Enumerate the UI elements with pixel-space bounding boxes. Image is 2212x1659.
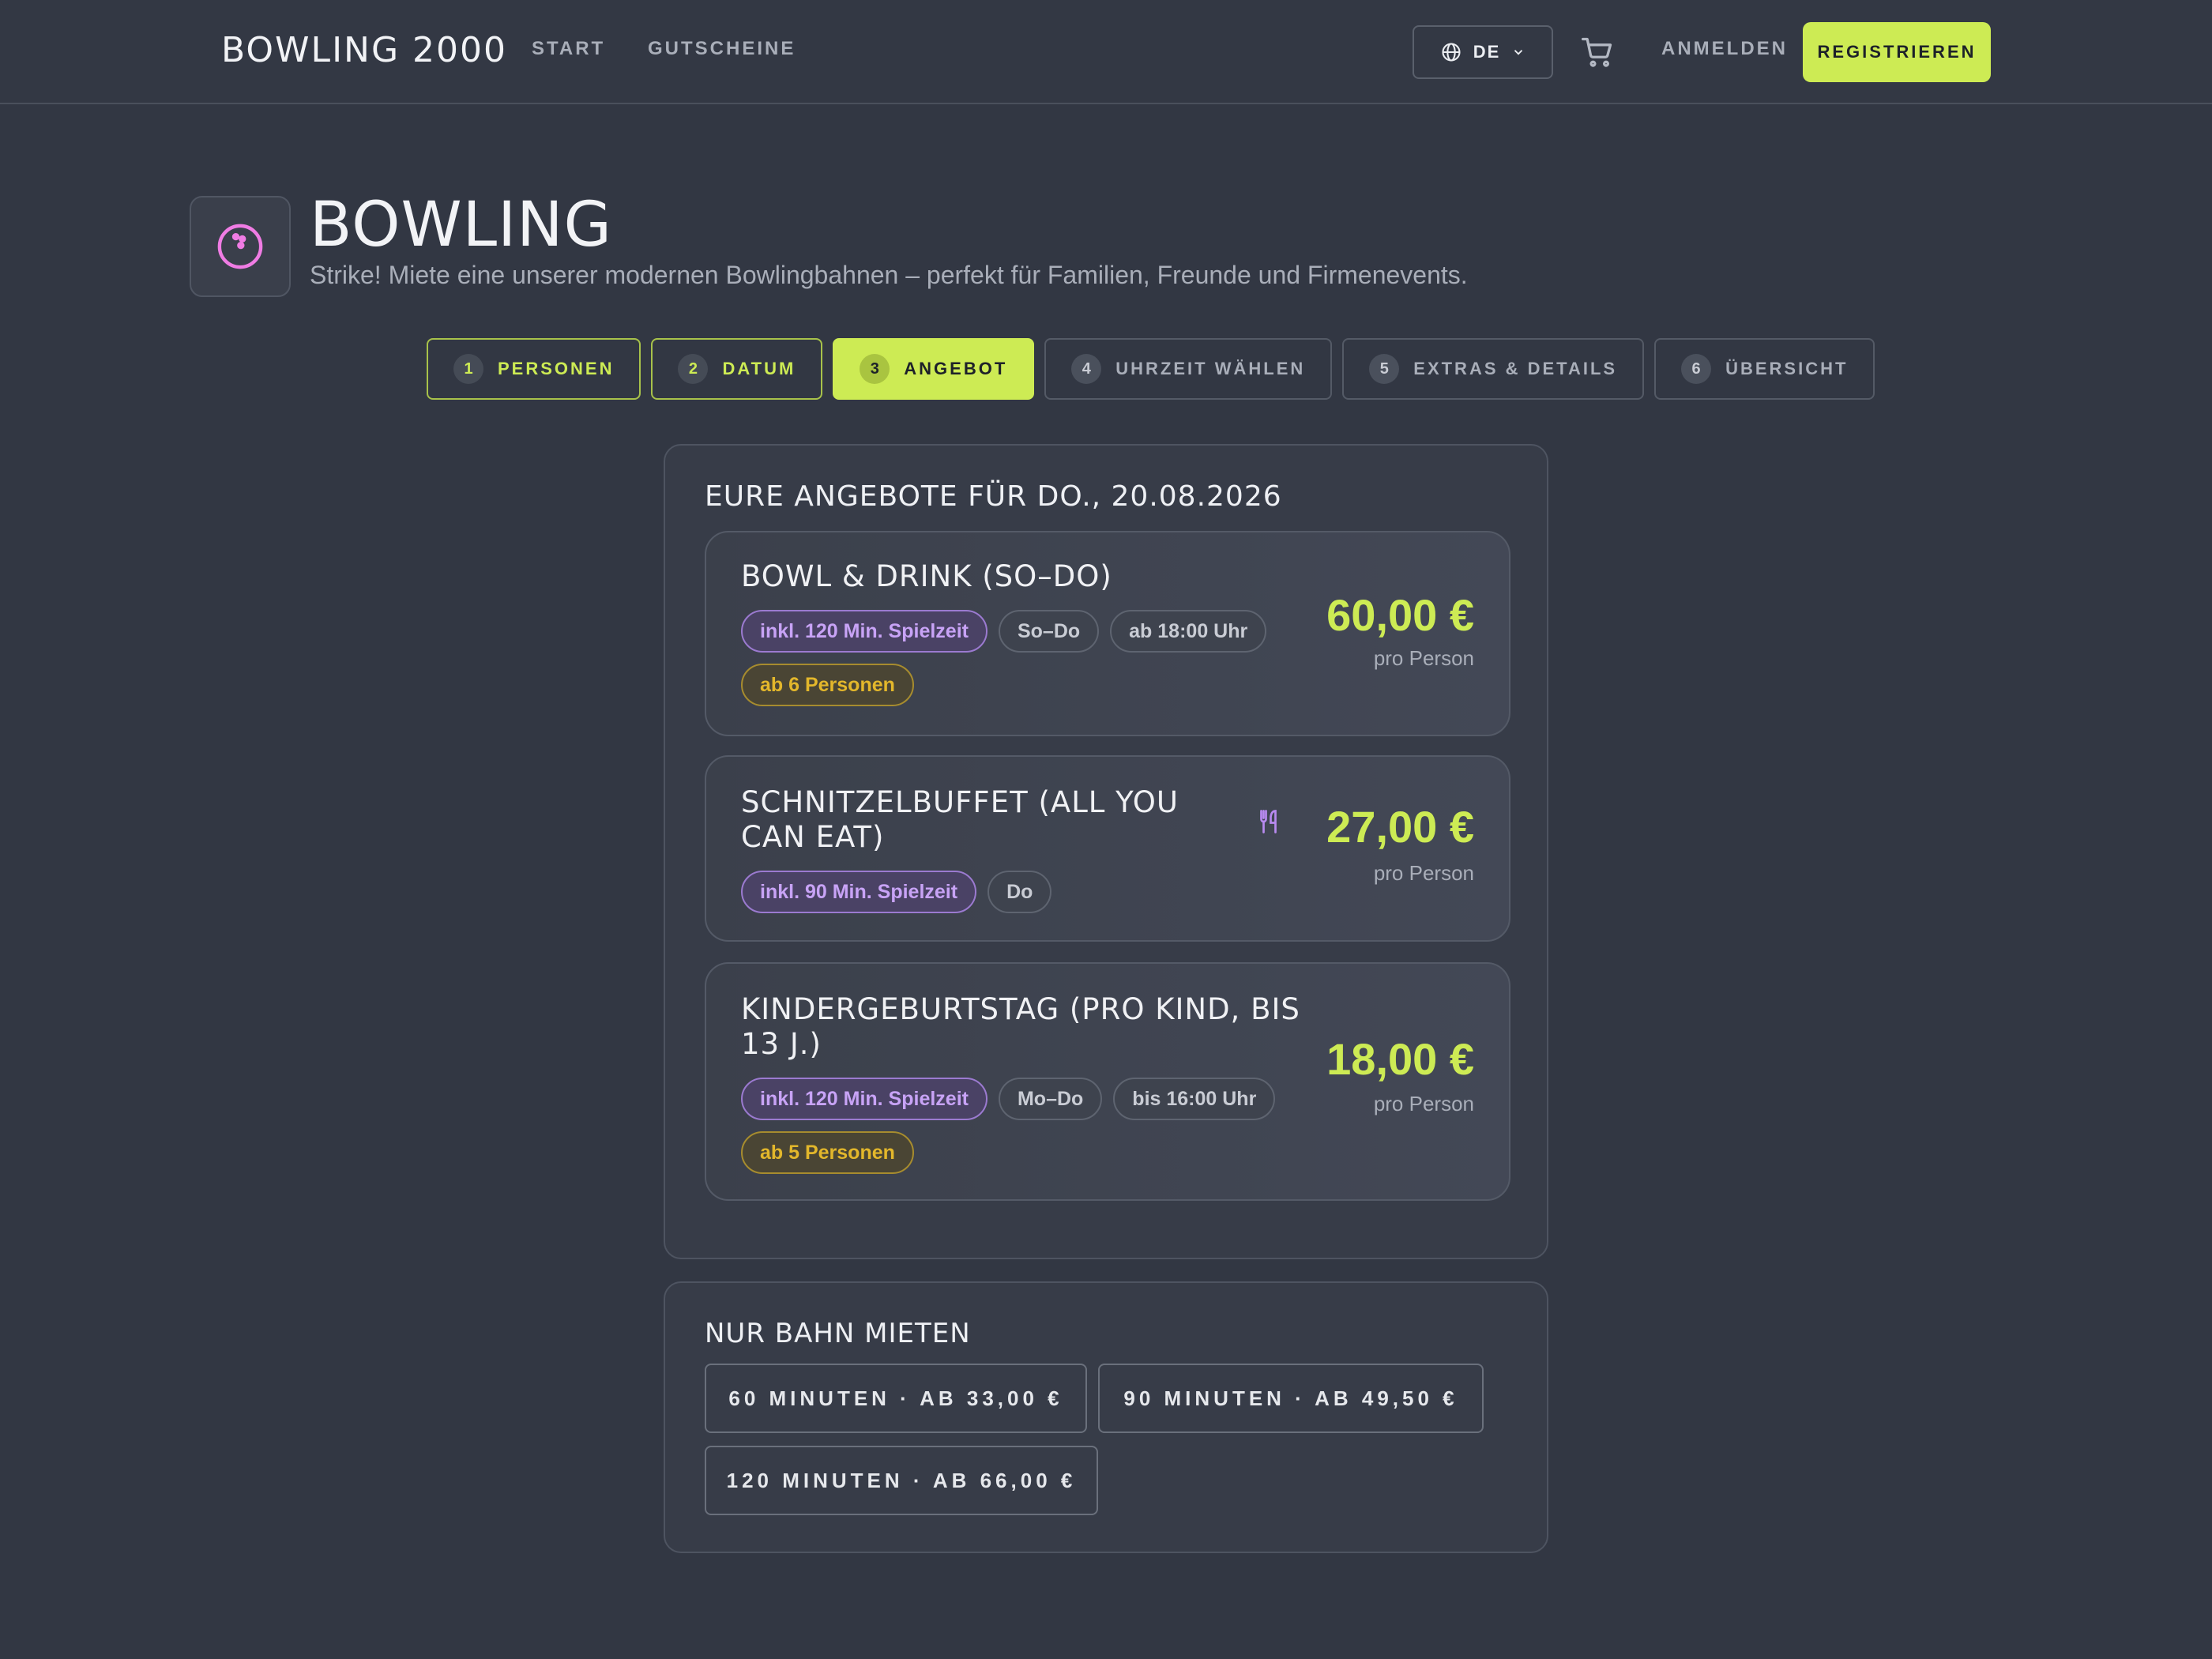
lane-option-60[interactable]: 60 MINUTEN · AB 33,00 € — [705, 1364, 1087, 1433]
offer-card-schnitzelbuffet[interactable]: SCHNITZELBUFFET (ALL YOU CAN EAT) inkl. … — [705, 755, 1510, 942]
cart-icon[interactable] — [1580, 35, 1615, 70]
step-angebot[interactable]: 3 ANGEBOT — [833, 338, 1035, 400]
offer-chips: inkl. 90 Min. Spielzeit Do — [741, 871, 1294, 913]
offer-name: KINDERGEBURTSTAG (PRO KIND, BIS 13 J.) — [741, 992, 1300, 1061]
chip-playtime: inkl. 120 Min. Spielzeit — [741, 610, 988, 653]
chip-days: Mo–Do — [998, 1078, 1103, 1120]
offer-name: SCHNITZELBUFFET (ALL YOU CAN EAT) — [741, 785, 1179, 854]
offer-card-kindergeburtstag[interactable]: KINDERGEBURTSTAG (PRO KIND, BIS 13 J.) i… — [705, 962, 1510, 1201]
chip-min-persons: ab 5 Personen — [741, 1131, 914, 1174]
chip-playtime: inkl. 120 Min. Spielzeit — [741, 1078, 988, 1120]
offer-price: 60,00 € — [1326, 590, 1474, 640]
top-navigation-bar: BOWLING 2000 START GUTSCHEINE DE ANMELDE… — [0, 0, 2212, 104]
chip-playtime: inkl. 90 Min. Spielzeit — [741, 871, 977, 913]
step-uhrzeit[interactable]: 4 UHRZEIT WÄHLEN — [1044, 338, 1333, 400]
offers-panel: EURE ANGEBOTE FÜR DO., 20.08.2026 BOWL &… — [664, 444, 1548, 1259]
step-personen[interactable]: 1 PERSONEN — [427, 338, 641, 400]
step-number: 1 — [453, 354, 483, 384]
offer-name: BOWL & DRINK (SO–DO) — [741, 559, 1112, 593]
language-code: DE — [1473, 42, 1501, 62]
offer-card-bowl-drink[interactable]: BOWL & DRINK (SO–DO) inkl. 120 Min. Spie… — [705, 531, 1510, 736]
register-button[interactable]: REGISTRIEREN — [1803, 22, 1991, 82]
chip-days: So–Do — [998, 610, 1100, 653]
chip-time: ab 18:00 Uhr — [1110, 610, 1267, 653]
globe-icon — [1442, 43, 1461, 62]
offer-price-unit: pro Person — [1373, 1092, 1474, 1115]
step-extras[interactable]: 5 EXTRAS & DETAILS — [1342, 338, 1645, 400]
lane-rental-panel: NUR BAHN MIETEN 60 MINUTEN · AB 33,00 € … — [664, 1281, 1548, 1553]
offer-price: 18,00 € — [1326, 1034, 1474, 1084]
step-label: ANGEBOT — [904, 359, 1008, 378]
offer-chips: inkl. 120 Min. Spielzeit Mo–Do bis 16:00… — [741, 1078, 1310, 1174]
offer-price-unit: pro Person — [1373, 861, 1474, 885]
login-link[interactable]: ANMELDEN — [1661, 38, 1788, 60]
language-selector[interactable]: DE — [1413, 25, 1553, 79]
chip-min-persons: ab 6 Personen — [741, 664, 914, 706]
lane-rental-title: NUR BAHN MIETEN — [705, 1318, 971, 1349]
step-label: DATUM — [722, 359, 796, 378]
step-number: 2 — [678, 354, 709, 384]
step-label: EXTRAS & DETAILS — [1413, 359, 1618, 378]
offers-panel-title: EURE ANGEBOTE FÜR DO., 20.08.2026 — [705, 480, 1282, 513]
step-label: UHRZEIT WÄHLEN — [1115, 359, 1306, 378]
lane-option-120[interactable]: 120 MINUTEN · AB 66,00 € — [705, 1446, 1098, 1515]
offer-price: 27,00 € — [1326, 802, 1474, 852]
booking-stepper: 1 PERSONEN 2 DATUM 3 ANGEBOT 4 UHRZEIT W… — [427, 338, 1875, 400]
step-uebersicht[interactable]: 6 ÜBERSICHT — [1654, 338, 1875, 400]
offer-price-unit: pro Person — [1373, 646, 1474, 670]
step-label: ÜBERSICHT — [1725, 359, 1849, 378]
lane-option-90[interactable]: 90 MINUTEN · AB 49,50 € — [1098, 1364, 1484, 1433]
step-number: 5 — [1369, 354, 1400, 384]
bowling-ball-icon — [217, 224, 263, 269]
brand-logo[interactable]: BOWLING 2000 — [221, 30, 507, 70]
step-number: 4 — [1071, 354, 1102, 384]
page-title: BOWLING — [310, 190, 612, 261]
nav-start[interactable]: START — [532, 38, 605, 60]
bowling-ball-icon-tile — [190, 196, 291, 297]
step-number: 6 — [1681, 354, 1712, 384]
page-subtitle: Strike! Miete eine unserer modernen Bowl… — [310, 261, 1468, 289]
cutlery-icon — [1260, 810, 1277, 833]
chip-time: bis 16:00 Uhr — [1113, 1078, 1276, 1120]
step-datum[interactable]: 2 DATUM — [651, 338, 823, 400]
step-label: PERSONEN — [498, 359, 615, 378]
chip-days: Do — [988, 871, 1052, 913]
chevron-down-icon — [1514, 50, 1523, 55]
offer-chips: inkl. 120 Min. Spielzeit So–Do ab 18:00 … — [741, 610, 1294, 706]
nav-gutscheine[interactable]: GUTSCHEINE — [648, 38, 796, 60]
step-number: 3 — [860, 354, 890, 384]
